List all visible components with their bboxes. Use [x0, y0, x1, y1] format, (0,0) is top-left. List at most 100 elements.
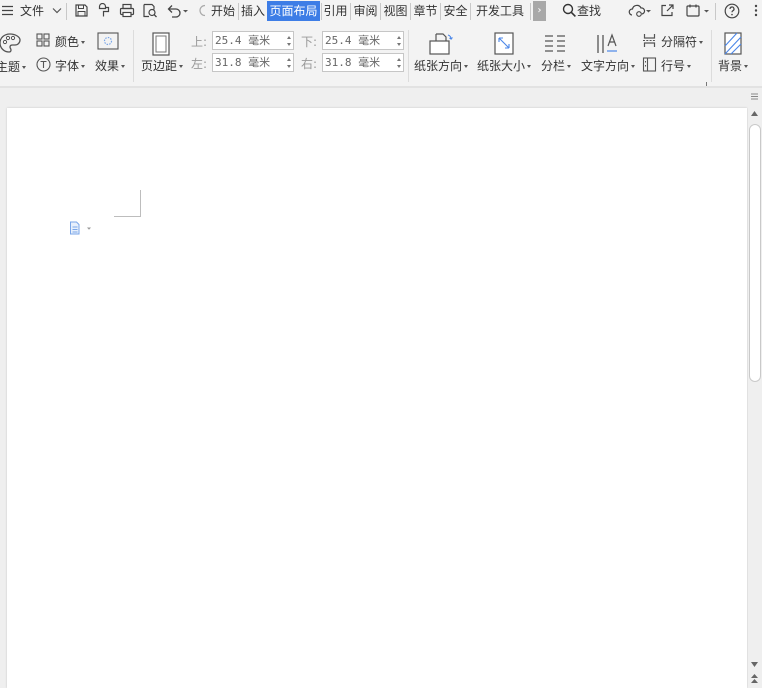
tab-label: 安全 — [443, 4, 468, 18]
columns-button[interactable]: 分栏 — [540, 32, 572, 82]
margin-right-value: 31.8 毫米 — [325, 56, 381, 69]
tab-view[interactable]: 视图 — [382, 1, 409, 21]
cloud-sync-icon[interactable] — [628, 3, 652, 25]
palette-icon — [0, 32, 22, 57]
paragraph-layout-icon[interactable] — [69, 221, 95, 238]
caret-icon — [567, 65, 572, 68]
color-label: 颜色 — [55, 35, 80, 49]
divider — [66, 3, 67, 20]
tab-security[interactable]: 安全 — [442, 1, 469, 21]
tab-label: 页面布局 — [269, 4, 318, 18]
redo-icon[interactable] — [197, 3, 207, 25]
divider — [410, 3, 411, 20]
caret-icon — [527, 65, 532, 68]
margin-left-value: 31.8 毫米 — [215, 56, 271, 69]
page-background-icon — [723, 32, 743, 59]
tab-label: 插入 — [240, 4, 265, 18]
tab-label: 审阅 — [353, 4, 378, 18]
text-direction-label: 文字方向 — [581, 59, 630, 73]
columns-icon — [543, 33, 567, 58]
tab-label: 开发工具 — [475, 4, 524, 18]
more-actions-icon[interactable] — [685, 3, 711, 25]
divider — [133, 30, 134, 82]
paper-size-icon — [493, 32, 515, 59]
help-icon[interactable] — [724, 3, 740, 25]
font-icon — [36, 57, 51, 75]
menu-bar: 文件 开始 插入 页面布局 引用 审阅 视图 章节 安全 开发工具 › 查找 — [0, 0, 762, 24]
caret-icon — [631, 65, 636, 68]
spin-up-icon[interactable] — [397, 58, 401, 61]
prev-page-icon[interactable] — [751, 674, 758, 688]
caret-icon — [699, 41, 704, 44]
margin-top-label: 上: — [191, 35, 208, 49]
margin-left-input[interactable]: 31.8 毫米 — [212, 53, 294, 72]
tab-insert[interactable]: 插入 — [240, 1, 266, 21]
undo-icon[interactable] — [166, 3, 188, 25]
tab-references[interactable]: 引用 — [322, 1, 349, 21]
effect-label: 效果 — [95, 59, 120, 73]
text-direction-button[interactable]: 文字方向 — [581, 32, 636, 82]
format-painter-icon[interactable] — [97, 3, 112, 25]
divider — [530, 3, 531, 20]
caret-icon — [687, 65, 692, 68]
tab-home[interactable]: 开始 — [209, 1, 237, 21]
margin-bottom-input[interactable]: 25.4 毫米 — [322, 31, 404, 50]
tab-developer[interactable]: 开发工具 — [474, 1, 526, 21]
kebab-menu-icon[interactable] — [753, 3, 759, 25]
share-icon[interactable] — [660, 3, 675, 25]
caret-icon — [81, 65, 86, 68]
print-icon[interactable] — [119, 3, 135, 25]
orientation-label: 纸张方向 — [414, 59, 463, 73]
more-tabs-button[interactable]: › — [533, 1, 546, 21]
divider — [470, 3, 471, 20]
search-button[interactable]: 查找 — [562, 0, 601, 22]
orientation-button[interactable]: 纸张方向 — [414, 32, 470, 82]
caret-icon — [744, 65, 749, 68]
margin-top-input[interactable]: 25.4 毫米 — [212, 31, 294, 50]
spin-down-icon[interactable] — [287, 43, 291, 46]
tab-chapter[interactable]: 章节 — [412, 1, 439, 21]
search-label: 查找 — [577, 4, 602, 18]
background-button[interactable]: 背景 — [717, 32, 751, 82]
paper-size-label: 纸张大小 — [477, 59, 526, 73]
margins-button[interactable]: 页边距 — [141, 32, 185, 82]
line-number-icon — [642, 57, 657, 75]
spin-up-icon[interactable] — [287, 36, 291, 39]
theme-button[interactable]: 主题 — [0, 32, 28, 82]
margin-bottom-label: 下: — [301, 35, 318, 49]
tab-label: 开始 — [210, 4, 235, 18]
theme-label: 主题 — [0, 60, 21, 74]
file-menu-label: 文件 — [20, 4, 45, 18]
tab-label: 视图 — [383, 4, 408, 18]
line-number-label: 行号 — [661, 59, 686, 73]
scrollbar-thumb[interactable] — [749, 124, 761, 382]
menu-icon[interactable] — [1, 4, 14, 26]
spin-up-icon[interactable] — [397, 36, 401, 39]
margin-left-label: 左: — [191, 57, 208, 71]
caret-icon — [22, 66, 27, 69]
margin-right-input[interactable]: 31.8 毫米 — [322, 53, 404, 72]
page-break-icon — [642, 33, 657, 51]
spin-down-icon[interactable] — [397, 65, 401, 68]
margin-corner-mark — [114, 190, 141, 217]
search-icon — [562, 3, 577, 18]
font-label: 字体 — [55, 59, 80, 73]
spin-down-icon[interactable] — [287, 65, 291, 68]
separator-label: 分隔符 — [661, 35, 698, 49]
paper-size-button[interactable]: 纸张大小 — [477, 32, 533, 82]
tab-review[interactable]: 审阅 — [352, 1, 379, 21]
tab-label: 引用 — [323, 4, 348, 18]
print-preview-icon[interactable] — [142, 3, 158, 25]
spin-down-icon[interactable] — [397, 43, 401, 46]
divider — [380, 3, 381, 20]
effect-button[interactable]: 效果 — [95, 32, 126, 82]
spin-up-icon[interactable] — [287, 58, 291, 61]
more-tabs-glyph: › — [537, 5, 542, 16]
tab-page-layout[interactable]: 页面布局 — [267, 1, 320, 21]
save-icon[interactable] — [74, 3, 89, 25]
file-menu[interactable]: 文件 — [20, 0, 62, 22]
divider — [238, 3, 239, 20]
divider — [440, 3, 441, 20]
ribbon-toolbar: 主题 颜色 字体 效果 页边距 上: 25.4 毫米 左: 31.8 毫米 下:… — [0, 24, 762, 88]
margin-top-value: 25.4 毫米 — [215, 34, 271, 47]
